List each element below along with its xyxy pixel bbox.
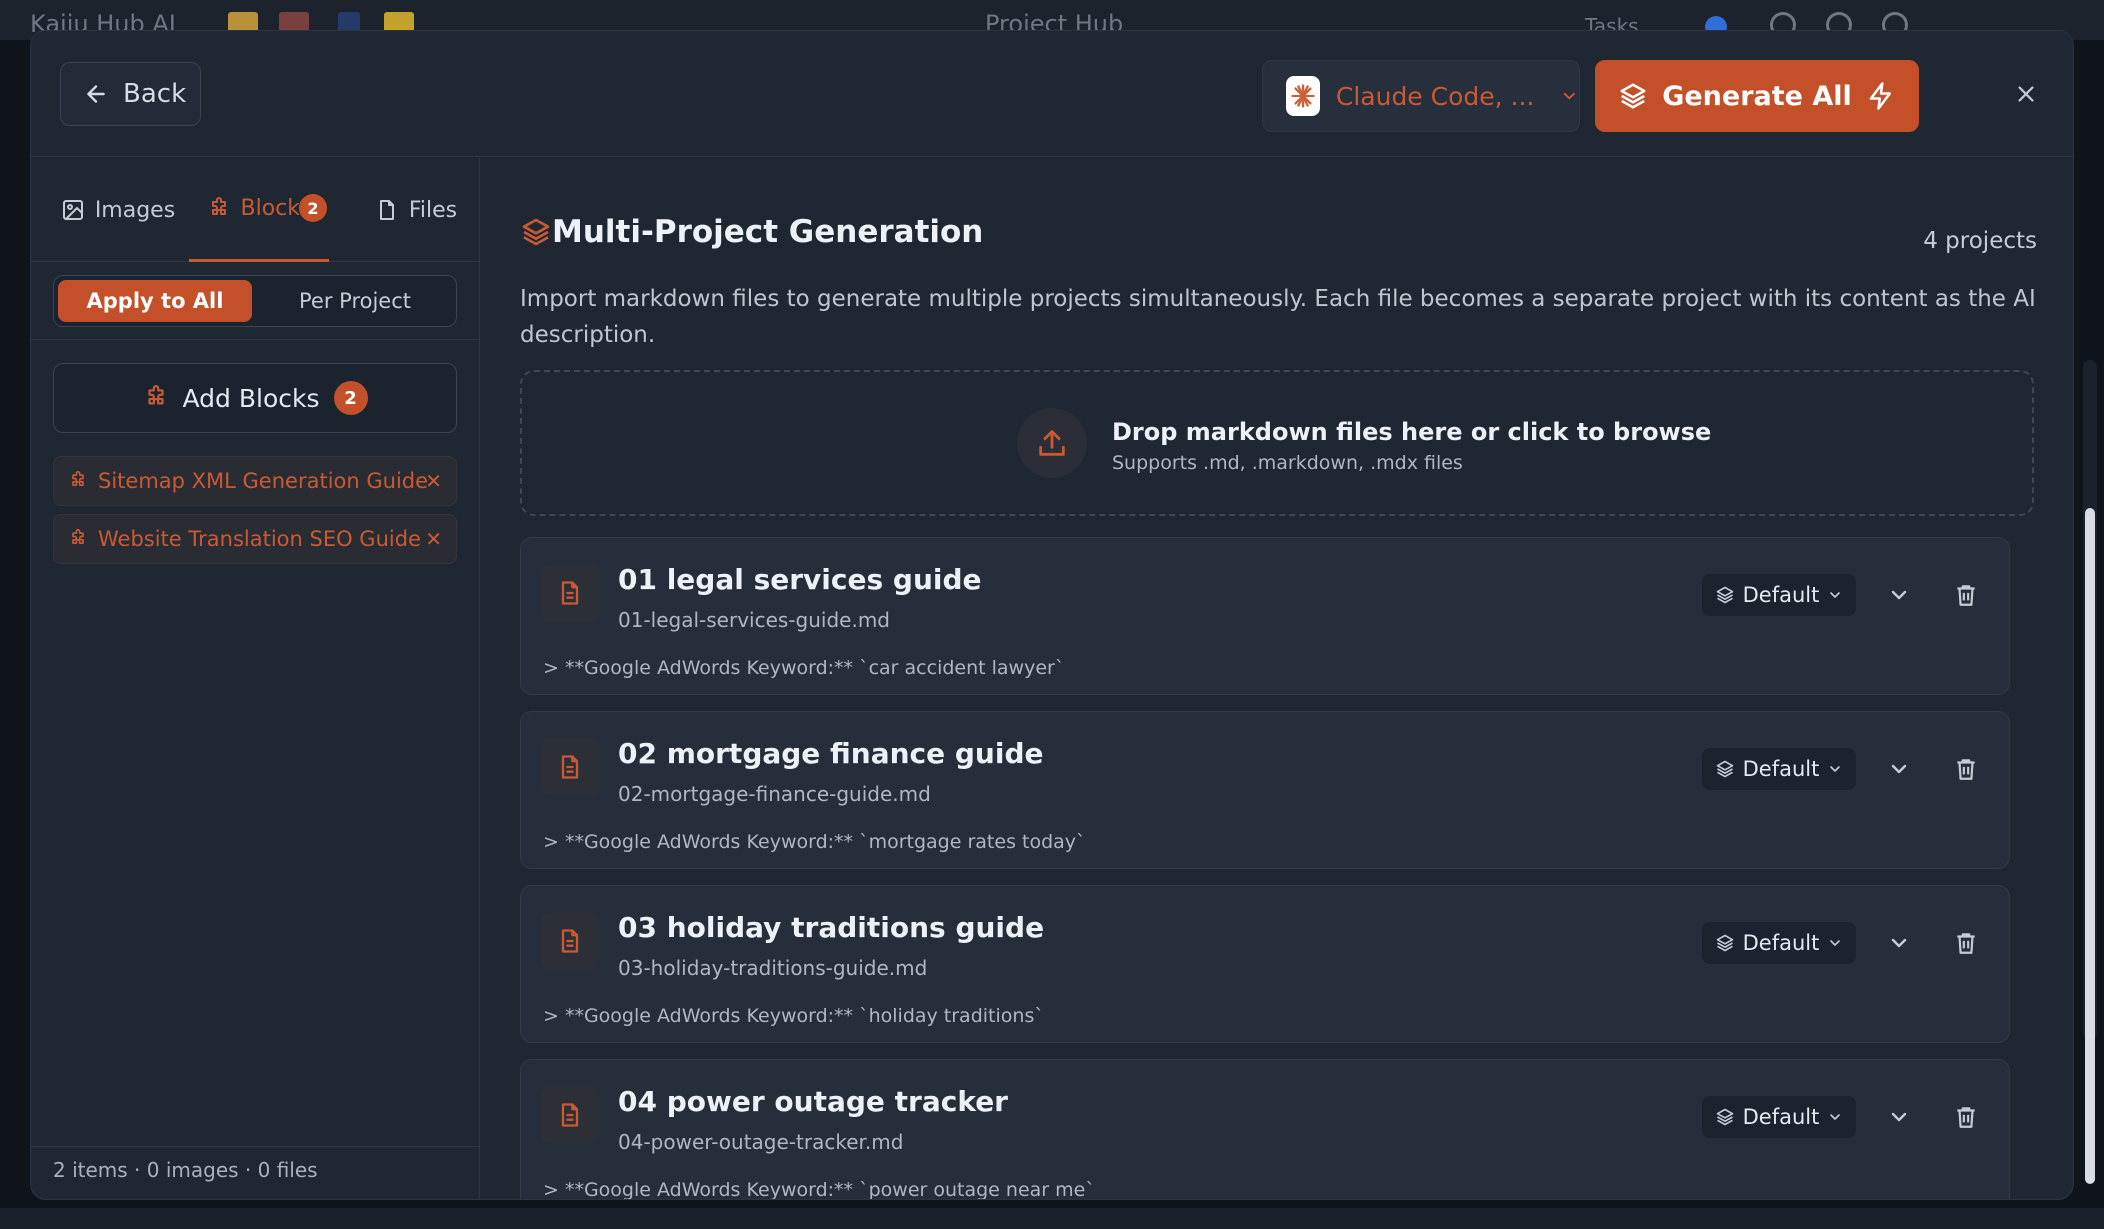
generate-all-button[interactable]: Generate All xyxy=(1595,60,1919,132)
page-description: Import markdown files to generate multip… xyxy=(520,286,2036,348)
close-icon xyxy=(2018,86,2034,102)
puzzle-icon xyxy=(72,529,84,544)
file-text-icon xyxy=(541,564,599,622)
scrollbar-thumb[interactable] xyxy=(2085,508,2095,1184)
main-panel: Multi-Project Generation 4 projects Impo… xyxy=(481,158,2073,1200)
layers-icon xyxy=(1716,934,1733,952)
expand-chevron-icon[interactable] xyxy=(1887,583,1911,607)
block-label: Website Translation SEO Guide xyxy=(98,527,421,551)
file-text-icon xyxy=(541,1086,599,1144)
puzzle-icon xyxy=(72,471,84,486)
dropzone-title: Drop markdown files here or click to bro… xyxy=(1112,418,1712,446)
trash-icon[interactable] xyxy=(1953,1104,1979,1130)
sidebar-divider xyxy=(31,339,480,340)
trash-icon[interactable] xyxy=(1953,582,1979,608)
sidebar-footer-divider xyxy=(31,1146,480,1147)
template-label: Default xyxy=(1742,583,1820,607)
add-blocks-label: Add Blocks xyxy=(182,383,320,413)
lightning-icon xyxy=(1869,82,1891,110)
arrow-left-icon xyxy=(87,85,105,103)
sidebar-footer-summary: 2 items · 0 images · 0 files xyxy=(53,1158,318,1182)
chevron-down-icon xyxy=(1830,592,1841,598)
apply-to-all-option[interactable]: Apply to All xyxy=(58,280,252,322)
block-label: Sitemap XML Generation Guide xyxy=(98,469,429,493)
per-project-option[interactable]: Per Project xyxy=(258,280,452,322)
project-keyword-preview: > **Google AdWords Keyword:** `power out… xyxy=(543,1179,1095,1200)
file-text-icon xyxy=(541,912,599,970)
template-select[interactable]: Default xyxy=(1702,574,1856,616)
background-bottom xyxy=(0,1208,2104,1229)
puzzle-icon xyxy=(211,196,226,215)
template-label: Default xyxy=(1742,1105,1820,1129)
template-select[interactable]: Default xyxy=(1702,922,1856,964)
back-label: Back xyxy=(123,79,187,109)
layers-icon xyxy=(522,218,550,246)
page-title: Multi-Project Generation xyxy=(552,214,984,250)
layers-icon xyxy=(1716,760,1733,778)
layers-icon xyxy=(1716,586,1733,604)
claude-logo-icon xyxy=(1286,76,1320,116)
markdown-dropzone[interactable]: Drop markdown files here or click to bro… xyxy=(520,370,2034,516)
expand-chevron-icon[interactable] xyxy=(1887,1105,1911,1129)
project-filename: 04-power-outage-tracker.md xyxy=(618,1130,904,1154)
remove-block-icon[interactable]: ✕ xyxy=(425,469,442,493)
template-label: Default xyxy=(1742,757,1820,781)
template-label: Default xyxy=(1742,931,1820,955)
project-card: 04 power outage tracker 04-power-outage-… xyxy=(520,1059,2010,1200)
chevron-down-icon xyxy=(1830,1114,1841,1120)
file-text-icon xyxy=(541,738,599,796)
sidebar-tabs: Images Blocks 2 Files xyxy=(31,158,480,262)
upload-icon xyxy=(1017,408,1087,478)
blocks-count-badge: 2 xyxy=(299,194,327,222)
layers-icon xyxy=(1620,83,1646,109)
add-blocks-count-badge: 2 xyxy=(333,381,368,415)
project-keyword-preview: > **Google AdWords Keyword:** `holiday t… xyxy=(543,1005,1044,1027)
tab-label: Files xyxy=(408,197,458,223)
chevron-down-icon xyxy=(1830,940,1841,946)
project-name: 03 holiday traditions guide xyxy=(618,911,1045,944)
multi-project-modal: Back Claude Code, ... Generate All Image… xyxy=(30,30,2074,1200)
expand-chevron-icon[interactable] xyxy=(1887,757,1911,781)
model-label: Claude Code, ... xyxy=(1335,81,1535,111)
generate-all-label: Generate All xyxy=(1662,80,1852,112)
add-blocks-button[interactable]: Add Blocks 2 xyxy=(53,363,457,433)
project-card: 01 legal services guide 01-legal-service… xyxy=(520,537,2010,695)
expand-chevron-icon[interactable] xyxy=(1887,931,1911,955)
project-count: 4 projects xyxy=(1923,228,2037,254)
project-name: 02 mortgage finance guide xyxy=(618,737,1044,770)
template-select[interactable]: Default xyxy=(1702,748,1856,790)
back-button[interactable]: Back xyxy=(60,62,201,126)
tab-images[interactable]: Images xyxy=(51,158,185,262)
puzzle-icon xyxy=(147,385,164,405)
file-icon xyxy=(379,200,394,220)
remove-block-icon[interactable]: ✕ xyxy=(425,527,442,551)
tab-label: Images xyxy=(94,197,176,223)
model-select[interactable]: Claude Code, ... xyxy=(1262,60,1580,132)
sidebar: Images Blocks 2 Files Apply to All Per P… xyxy=(31,158,480,1199)
template-select[interactable]: Default xyxy=(1702,1096,1856,1138)
block-item-sitemap[interactable]: Sitemap XML Generation Guide ✕ xyxy=(53,456,457,506)
project-filename: 01-legal-services-guide.md xyxy=(618,608,890,632)
modal-header: Back Claude Code, ... Generate All xyxy=(31,31,2073,157)
image-icon xyxy=(62,200,83,220)
dropzone-subtitle: Supports .md, .markdown, .mdx files xyxy=(1112,452,1463,474)
project-filename: 03-holiday-traditions-guide.md xyxy=(618,956,928,980)
block-item-translation[interactable]: Website Translation SEO Guide ✕ xyxy=(53,514,457,564)
layers-icon xyxy=(1716,1108,1733,1126)
project-name: 04 power outage tracker xyxy=(618,1085,1008,1118)
project-filename: 02-mortgage-finance-guide.md xyxy=(618,782,931,806)
project-keyword-preview: > **Google AdWords Keyword:** `mortgage … xyxy=(543,831,1086,853)
tab-files[interactable]: Files xyxy=(361,158,471,262)
trash-icon[interactable] xyxy=(1953,756,1979,782)
chevron-down-icon xyxy=(1564,92,1576,100)
project-card: 02 mortgage finance guide 02-mortgage-fi… xyxy=(520,711,2010,869)
project-card: 03 holiday traditions guide 03-holiday-t… xyxy=(520,885,2010,1043)
scope-toggle: Apply to All Per Project xyxy=(53,275,457,327)
trash-icon[interactable] xyxy=(1953,930,1979,956)
chevron-down-icon xyxy=(1830,766,1841,772)
project-name: 01 legal services guide xyxy=(618,563,982,596)
close-button[interactable] xyxy=(2011,79,2041,109)
project-keyword-preview: > **Google AdWords Keyword:** `car accid… xyxy=(543,657,1065,679)
